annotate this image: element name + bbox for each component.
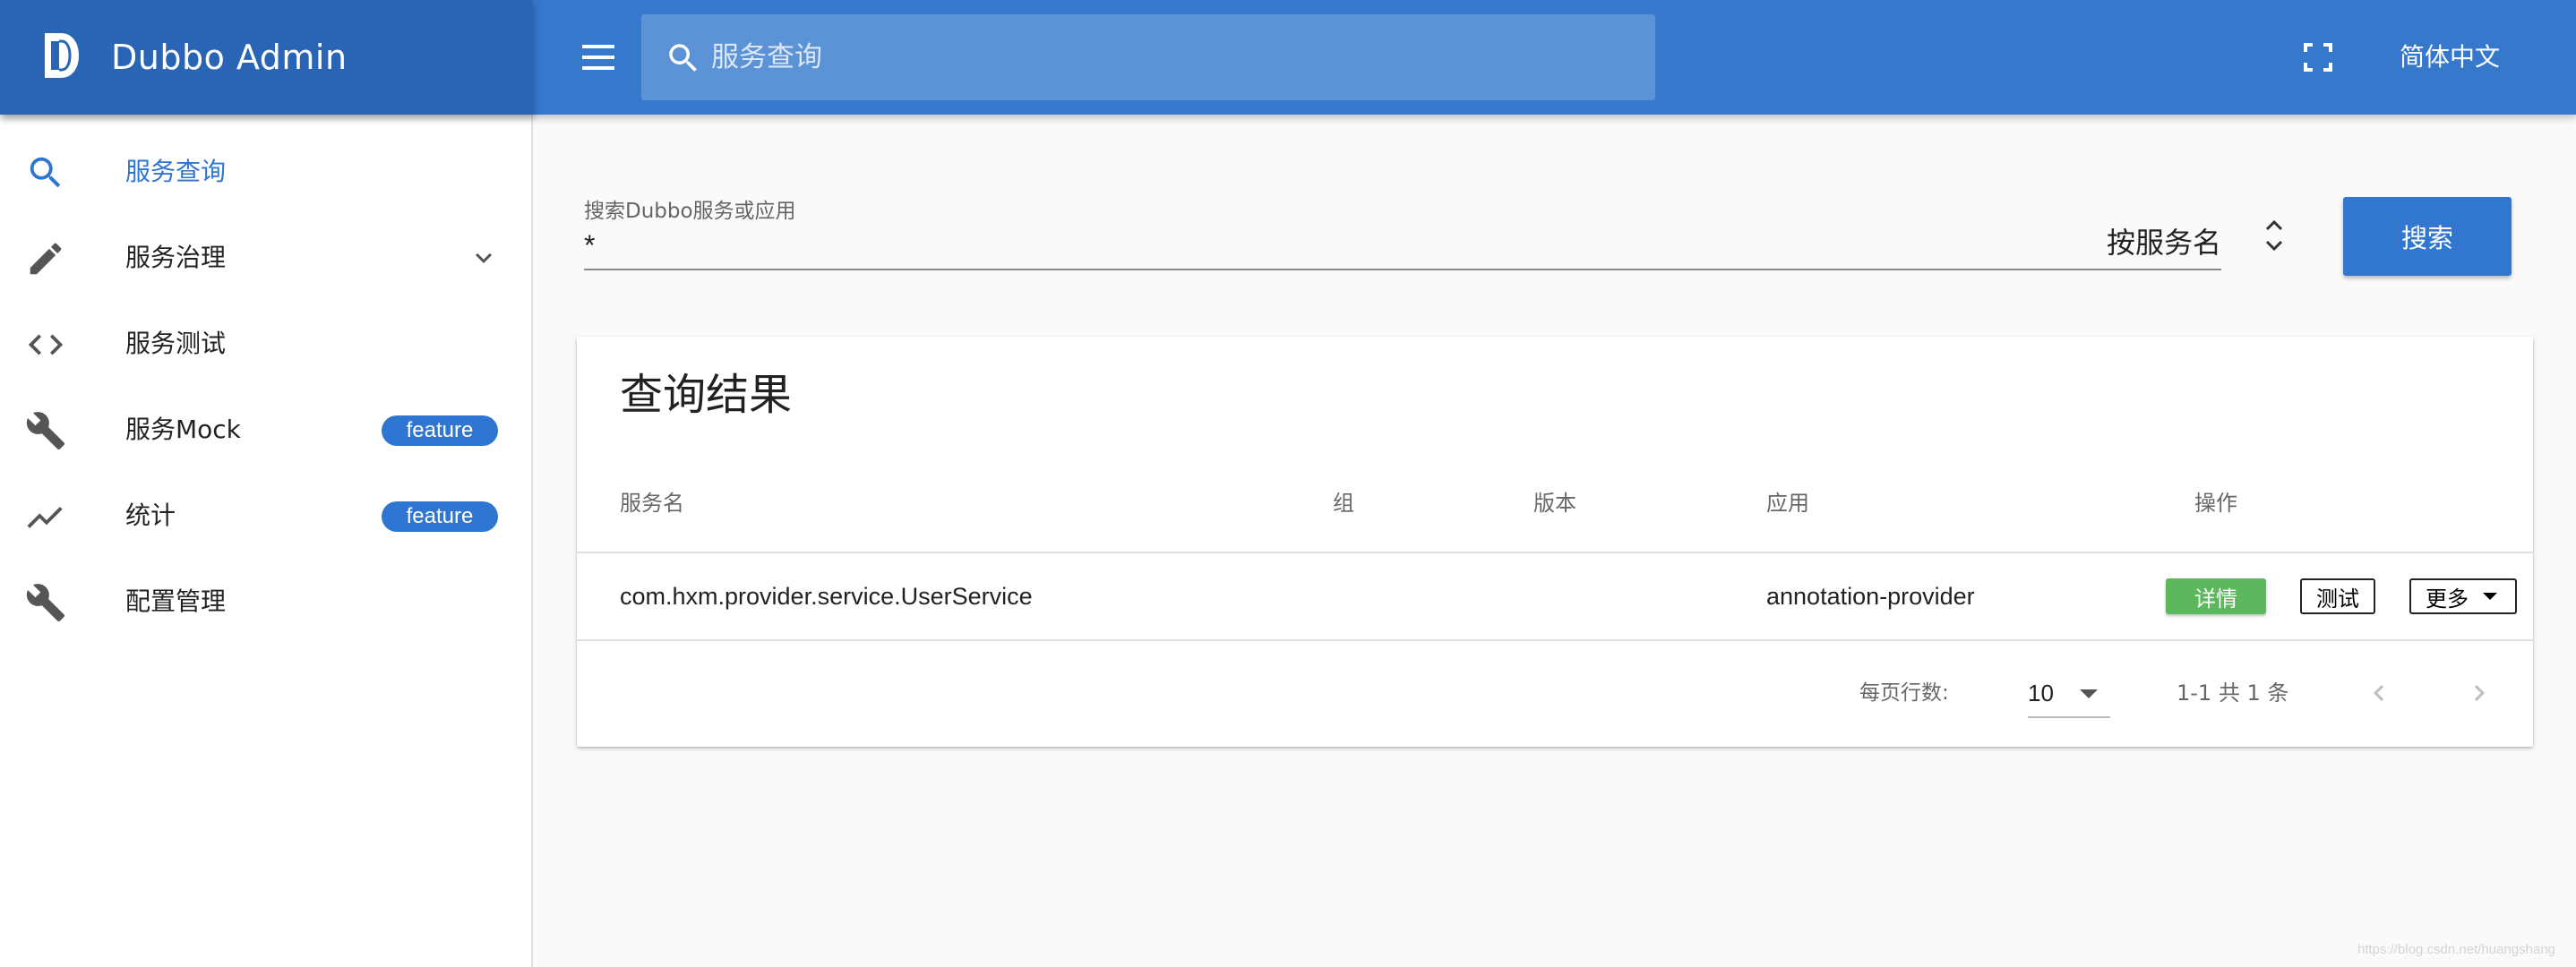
trend-icon [27,507,63,528]
sidebar-item-service-mock[interactable]: 服务Mock feature [0,387,531,473]
sidebar-item-label: 配置管理 [125,586,227,616]
test-button[interactable]: 测试 [2300,578,2375,614]
column-header-group[interactable]: 组 [1333,485,1354,521]
cell-application: annotation-provider [1766,583,1975,610]
sidebar-item-label: 服务测试 [125,329,227,358]
sidebar-item-service-test[interactable]: 服务测试 [0,301,531,387]
previous-page-icon[interactable] [2363,677,2395,709]
sidebar-item-service-governance[interactable]: 服务治理 [0,215,531,301]
column-header-service[interactable]: 服务名 [620,485,684,521]
pagination-range: 1-1 共 1 条 [2177,680,2289,706]
next-page-icon[interactable] [2463,677,2495,709]
column-header-version[interactable]: 版本 [1533,485,1576,521]
search-icon [30,157,61,188]
search-icon [669,44,697,72]
wrench-icon [26,584,65,622]
search-button[interactable]: 搜索 [2343,197,2512,276]
search-field-label: 搜索Dubbo服务或应用 [584,200,796,223]
results-card: 查询结果 服务名 组 版本 应用 操作 com.hxm.provider.ser… [577,337,2533,747]
hamburger-menu-icon[interactable] [579,39,618,75]
sort-updown-icon[interactable] [2261,213,2288,258]
rows-per-page-value: 10 [2028,680,2054,706]
more-dropdown-button[interactable]: 更多 [2409,578,2517,614]
brand-area: Dubbo Admin [0,0,533,115]
top-app-bar: Dubbo Admin 简体中文 [0,0,2576,115]
language-switcher[interactable]: 简体中文 [2383,36,2517,79]
global-search-input[interactable] [711,14,1634,100]
sidebar-item-config-management[interactable]: 配置管理 [0,559,531,645]
sidebar-item-label: 服务Mock [125,415,241,444]
dropdown-arrow-icon [2080,689,2098,698]
chevron-down-icon[interactable] [468,242,500,274]
row-divider [577,639,2533,641]
fullscreen-icon[interactable] [2302,41,2334,73]
pencil-icon [30,243,62,275]
sidebar-item-service-search[interactable]: 服务查询 [0,129,531,215]
results-title: 查询结果 [620,370,793,420]
feature-badge: feature [382,415,498,446]
dubbo-logo-icon [45,33,79,78]
feature-badge: feature [382,501,498,532]
more-button-label: 更多 [2426,586,2469,612]
rows-per-page-label: 每页行数: [1859,681,1949,705]
search-mode-select[interactable]: 按服务名 [2060,218,2257,267]
header-divider [577,552,2533,553]
wrench-icon [26,412,65,450]
app-title: Dubbo Admin [111,38,348,77]
watermark: https://blog.csdn.net/huangshang [2357,942,2556,957]
column-header-application[interactable]: 应用 [1766,485,1809,521]
rows-per-page-select[interactable]: 10 [2028,668,2110,718]
code-icon [28,334,64,355]
sidebar-item-label: 服务查询 [125,157,227,186]
caret-down-icon [2483,593,2497,600]
sidebar: 服务查询 服务治理 服务测试 服务Mock feature 统计 feature [0,115,533,967]
sidebar-item-label: 统计 [125,501,176,530]
global-search-box [641,14,1655,100]
sidebar-item-label: 服务治理 [125,243,227,272]
sidebar-item-statistics[interactable]: 统计 feature [0,473,531,559]
column-header-actions: 操作 [2194,491,2237,516]
cell-service-name: com.hxm.provider.service.UserService [620,583,1033,610]
service-search-input[interactable] [584,222,2221,270]
detail-button[interactable]: 详情 [2166,578,2266,614]
